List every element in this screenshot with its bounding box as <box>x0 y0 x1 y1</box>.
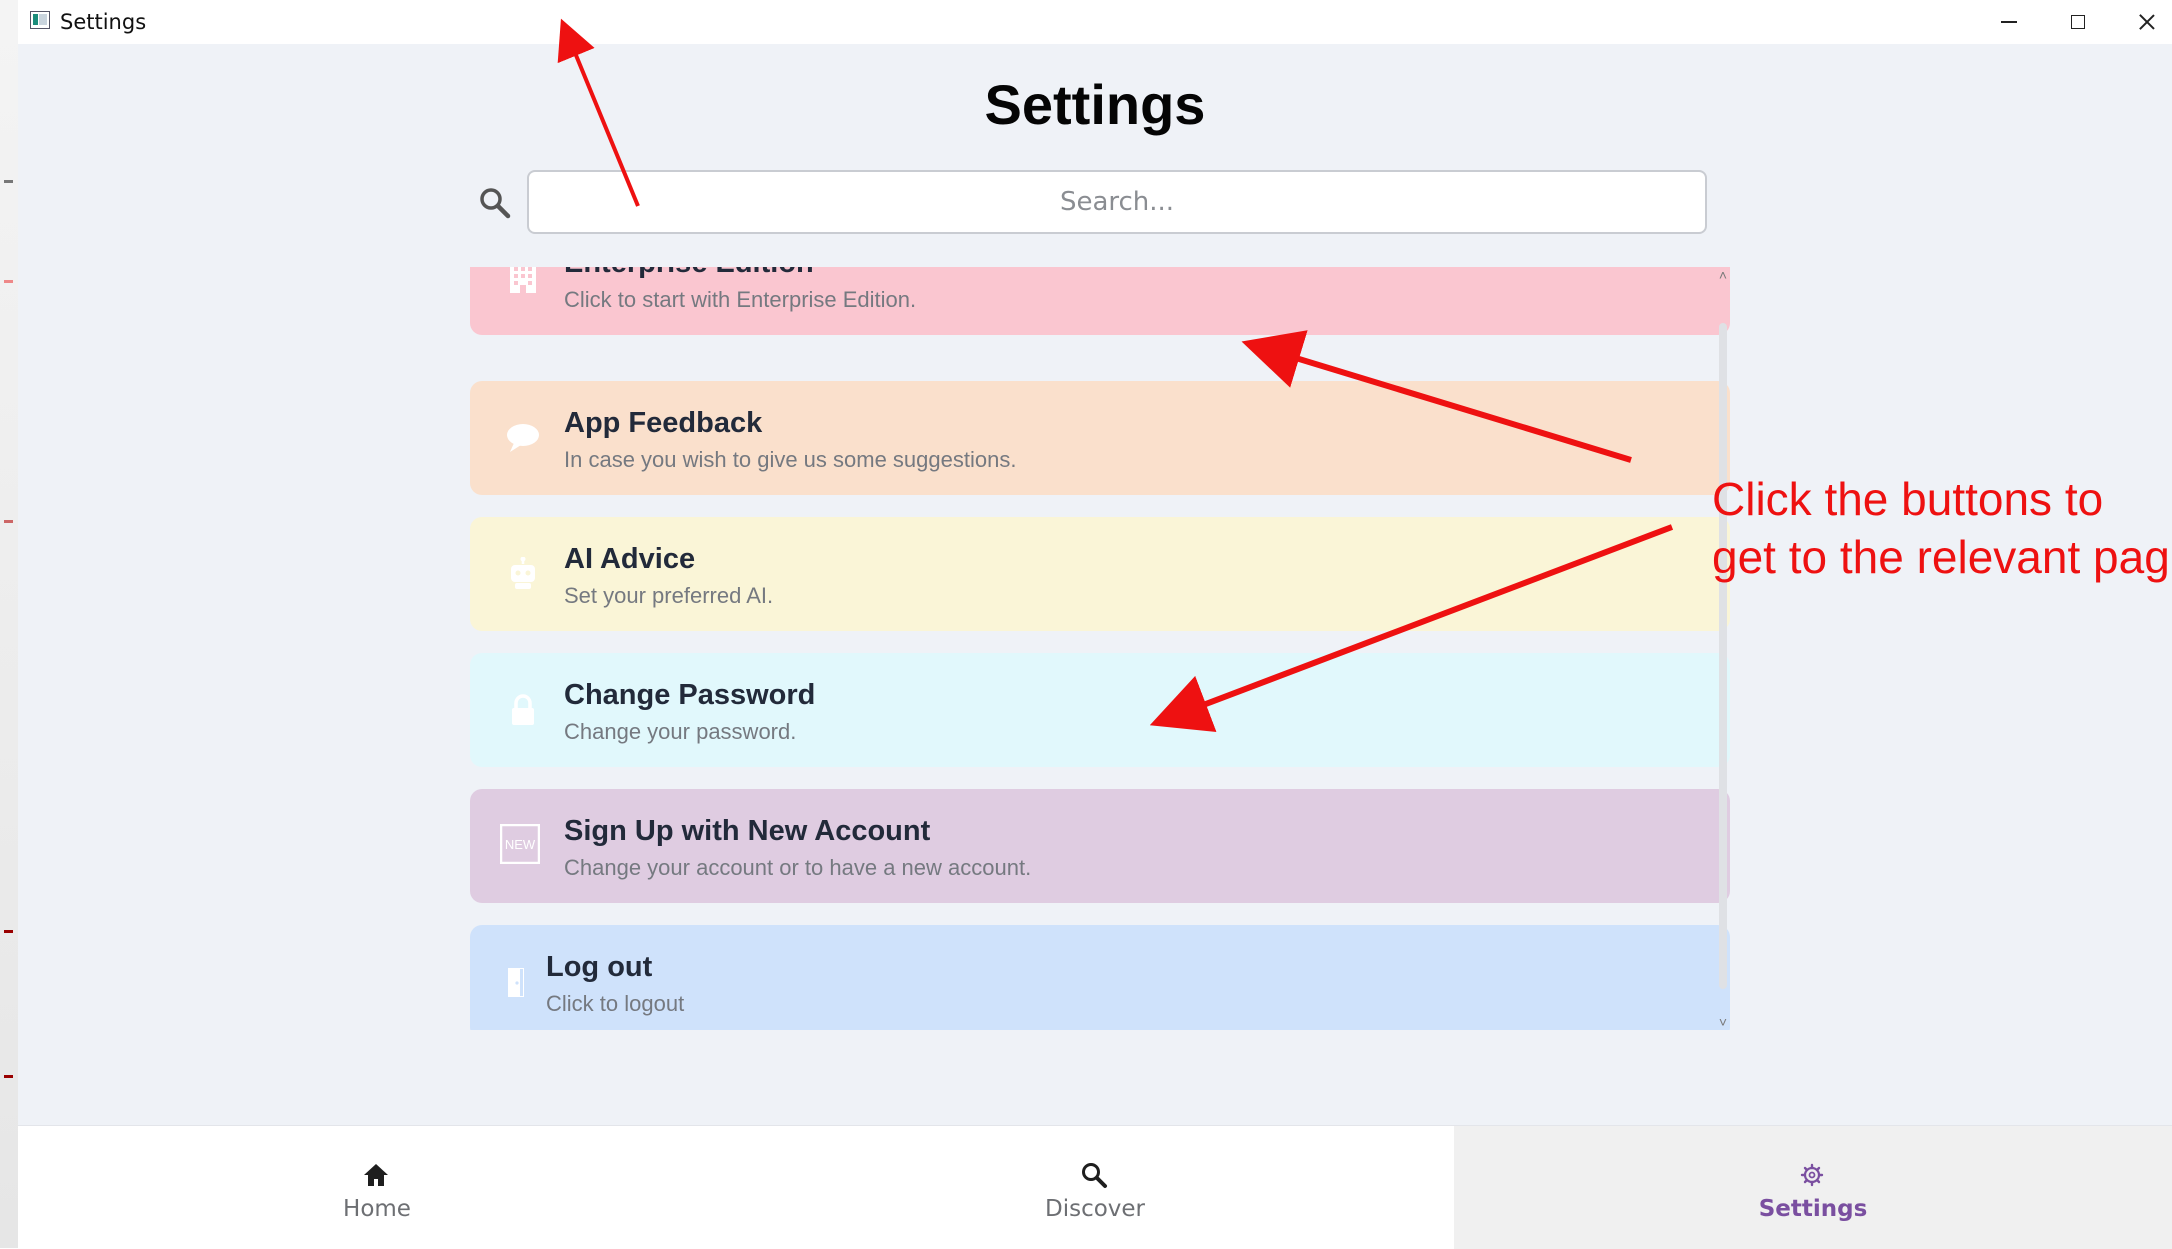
gear-icon <box>1797 1160 1827 1190</box>
annotation-arrow <box>557 18 640 207</box>
bottom-navigation: Home Discover Settings <box>18 1125 2172 1249</box>
annotation-arrow <box>1149 524 1674 733</box>
nav-label: Home <box>343 1196 411 1222</box>
desktop-mark <box>4 180 13 183</box>
desktop-mark <box>4 520 13 523</box>
home-icon <box>361 1160 391 1190</box>
desktop-mark <box>4 930 13 933</box>
search-icon <box>1079 1160 1109 1190</box>
nav-label: Discover <box>1044 1196 1146 1222</box>
desktop-mark <box>4 1075 13 1078</box>
settings-window: Settings Settings Search... Click to sta… <box>18 0 2172 1249</box>
nav-home[interactable]: Home <box>18 1126 736 1249</box>
annotation-arrow <box>1241 330 1632 463</box>
nav-discover[interactable]: Discover <box>736 1126 1454 1249</box>
desktop-mark <box>4 280 13 283</box>
nav-settings[interactable]: Settings <box>1454 1126 2172 1249</box>
desktop-background-sliver <box>0 0 19 1248</box>
nav-label: Settings <box>1758 1196 1868 1222</box>
annotation-arrows <box>557 18 1674 733</box>
